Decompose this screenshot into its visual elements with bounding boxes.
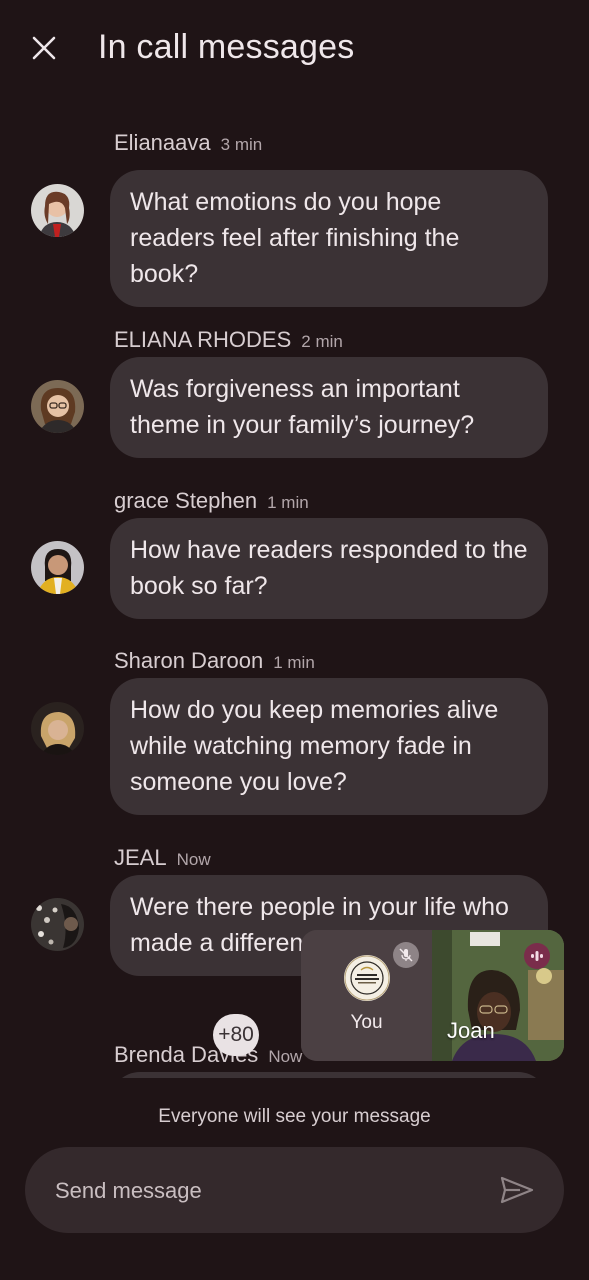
message-bubble [110, 1072, 548, 1078]
message-time: 1 min [273, 653, 315, 672]
message-time: Now [176, 850, 211, 869]
message-meta: ELIANA RHODES 2 min [114, 327, 343, 353]
send-icon [500, 1176, 534, 1204]
close-button[interactable] [24, 28, 64, 68]
sender-name: grace Stephen [114, 488, 258, 513]
avatar[interactable] [31, 702, 84, 755]
message-meta: grace Stephen 1 min [114, 488, 309, 514]
page-title: In call messages [98, 28, 355, 66]
avatar[interactable] [31, 380, 84, 433]
visibility-note: Everyone will see your message [158, 1106, 431, 1127]
send-button[interactable] [498, 1173, 536, 1207]
speaking-indicator-icon [531, 951, 543, 961]
speaking-indicator [524, 943, 550, 969]
message-bubble: Was forgiveness an important theme in yo… [110, 357, 548, 458]
message-time: 3 min [220, 135, 263, 154]
call-pip[interactable]: You Joan [301, 930, 564, 1061]
message-meta: JEAL Now [114, 845, 211, 871]
avatar[interactable] [31, 898, 84, 951]
sender-name: ELIANA RHODES [114, 327, 292, 352]
message-time: 2 min [301, 332, 343, 351]
participant-name: Joan [447, 1018, 495, 1043]
sender-name: Elianaava [114, 130, 211, 155]
header: In call messages [0, 0, 589, 100]
message-composer [25, 1147, 564, 1233]
avatar[interactable] [31, 541, 84, 594]
mic-off-icon [399, 948, 413, 962]
self-label: You [350, 1012, 383, 1033]
message-time: 1 min [267, 493, 309, 512]
sender-name: Sharon Daroon [114, 648, 264, 673]
avatar[interactable] [31, 184, 84, 237]
self-tile[interactable]: You [301, 930, 432, 1061]
message-input[interactable] [55, 1175, 475, 1207]
more-participants-badge[interactable]: +80 [213, 1014, 259, 1056]
message-bubble: How have readers responded to the book s… [110, 518, 548, 619]
message-meta: Brenda Davies Now [114, 1042, 302, 1068]
message-bubble: What emotions do you hope readers feel a… [110, 170, 548, 307]
avatar [344, 955, 390, 1001]
message-meta: Sharon Daroon 1 min [114, 648, 315, 674]
message-time: Now [268, 1047, 303, 1066]
mic-off-button[interactable] [393, 942, 419, 968]
message-meta: Elianaava 3 min [114, 130, 262, 156]
message-bubble: How do you keep memories alive while wat… [110, 678, 548, 815]
close-icon [32, 36, 56, 60]
sender-name: JEAL [114, 845, 167, 870]
participant-tile[interactable]: Joan [432, 930, 564, 1061]
